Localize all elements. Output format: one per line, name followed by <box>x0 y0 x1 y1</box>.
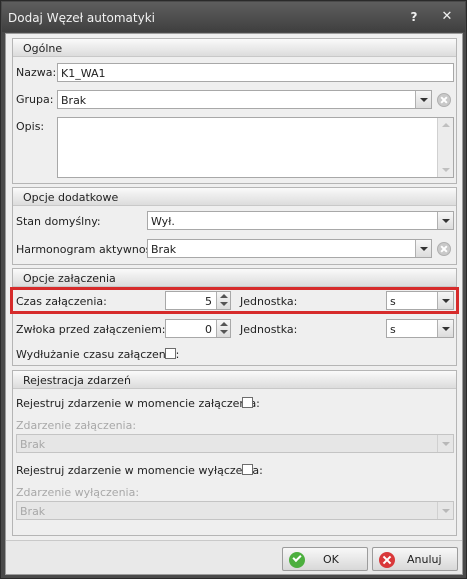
ok-button-label: OK <box>323 553 339 566</box>
on-event-label: Zdarzenie załączenia: <box>16 419 137 432</box>
delay-unit-select[interactable]: s <box>386 319 454 338</box>
on-time-row-highlight <box>10 287 459 314</box>
schedule-select[interactable]: Brak <box>147 239 432 258</box>
switching-options-header-label: Opcje załączenia <box>23 272 116 285</box>
extra-options-header: Opcje dodatkowe <box>13 188 456 206</box>
description-textarea[interactable] <box>57 117 454 178</box>
group-label: Grupa: <box>16 93 54 106</box>
schedule-value: Brak <box>151 243 177 256</box>
delay-unit-label: Jednostka: <box>240 323 298 336</box>
delay-label: Zwłoka przed załączeniem: <box>16 323 166 336</box>
extend-time-checkbox[interactable] <box>165 348 176 359</box>
default-state-select[interactable]: Wył. <box>147 211 454 230</box>
description-label: Opis: <box>16 120 45 133</box>
group-dropdown-button[interactable] <box>415 91 431 108</box>
name-input[interactable]: K1_WA1 <box>57 63 454 82</box>
on-event-value: Brak <box>20 438 46 451</box>
check-icon <box>289 552 305 568</box>
on-event-select[interactable]: Brak <box>16 434 454 453</box>
off-event-dropdown-button[interactable] <box>437 502 453 519</box>
window-title: Dodaj Węzeł automatyki <box>8 11 155 25</box>
description-scrollbar[interactable] <box>437 118 453 177</box>
cancel-icon <box>379 552 395 568</box>
event-registration-header: Rejestracja zdarzeń <box>13 371 456 389</box>
delay-spinner[interactable]: 0 <box>165 319 231 338</box>
switching-options-header: Opcje załączenia <box>13 269 456 287</box>
title-bar[interactable]: Dodaj Węzeł automatyki ? ✕ <box>2 2 465 32</box>
group-select[interactable]: Brak <box>57 90 432 109</box>
extra-options-group: Opcje dodatkowe Stan domyślny: Wył. Harm… <box>12 187 457 265</box>
extra-options-header-label: Opcje dodatkowe <box>23 191 119 204</box>
group-clear-icon[interactable] <box>437 93 451 107</box>
event-registration-group: Rejestracja zdarzeń Rejestruj zdarzenie … <box>12 370 457 536</box>
off-event-label: Zdarzenie wyłączenia: <box>16 486 140 499</box>
on-event-dropdown-button[interactable] <box>437 435 453 452</box>
event-registration-header-label: Rejestracja zdarzeń <box>23 374 131 387</box>
group-value: Brak <box>61 94 87 107</box>
schedule-clear-icon[interactable] <box>437 242 451 256</box>
close-icon[interactable]: ✕ <box>439 9 455 24</box>
name-label: Nazwa: <box>16 66 57 79</box>
delay-spin-buttons[interactable] <box>216 320 230 337</box>
register-on-event-label: Rejestruj zdarzenie w momencie załączeni… <box>16 397 260 410</box>
help-icon[interactable]: ? <box>406 10 422 24</box>
name-value: K1_WA1 <box>61 67 106 80</box>
register-off-event-checkbox[interactable] <box>242 464 253 475</box>
register-off-event-label: Rejestruj zdarzenie w momencie wyłączeni… <box>16 464 263 477</box>
delay-unit-dropdown-button[interactable] <box>437 320 453 337</box>
dialog-footer: OK Anuluj <box>6 540 462 574</box>
dialog-content: Ogólne Nazwa: K1_WA1 Grupa: Brak Opis: O… <box>5 33 463 575</box>
default-state-dropdown-button[interactable] <box>437 212 453 229</box>
general-group: Ogólne Nazwa: K1_WA1 Grupa: Brak Opis: <box>12 38 457 184</box>
default-state-value: Wył. <box>151 215 175 228</box>
off-event-value: Brak <box>20 505 46 518</box>
default-state-label: Stan domyślny: <box>16 215 101 228</box>
schedule-label: Harmonogram aktywności: <box>16 243 165 256</box>
ok-button[interactable]: OK <box>282 547 368 571</box>
delay-unit-value: s <box>390 323 396 336</box>
general-header: Ogólne <box>13 39 456 57</box>
delay-value: 0 <box>205 323 212 336</box>
cancel-button[interactable]: Anuluj <box>372 547 458 571</box>
switching-options-group: Opcje załączenia Czas załączenia: 5 Jedn… <box>12 268 457 366</box>
dialog-window: Dodaj Węzeł automatyki ? ✕ Ogólne Nazwa:… <box>0 0 467 579</box>
extend-time-label: Wydłużanie czasu załączenia: <box>16 348 180 361</box>
cancel-button-label: Anuluj <box>407 553 442 566</box>
register-on-event-checkbox[interactable] <box>242 397 253 408</box>
off-event-select[interactable]: Brak <box>16 501 454 520</box>
general-header-label: Ogólne <box>23 42 63 55</box>
schedule-dropdown-button[interactable] <box>415 240 431 257</box>
